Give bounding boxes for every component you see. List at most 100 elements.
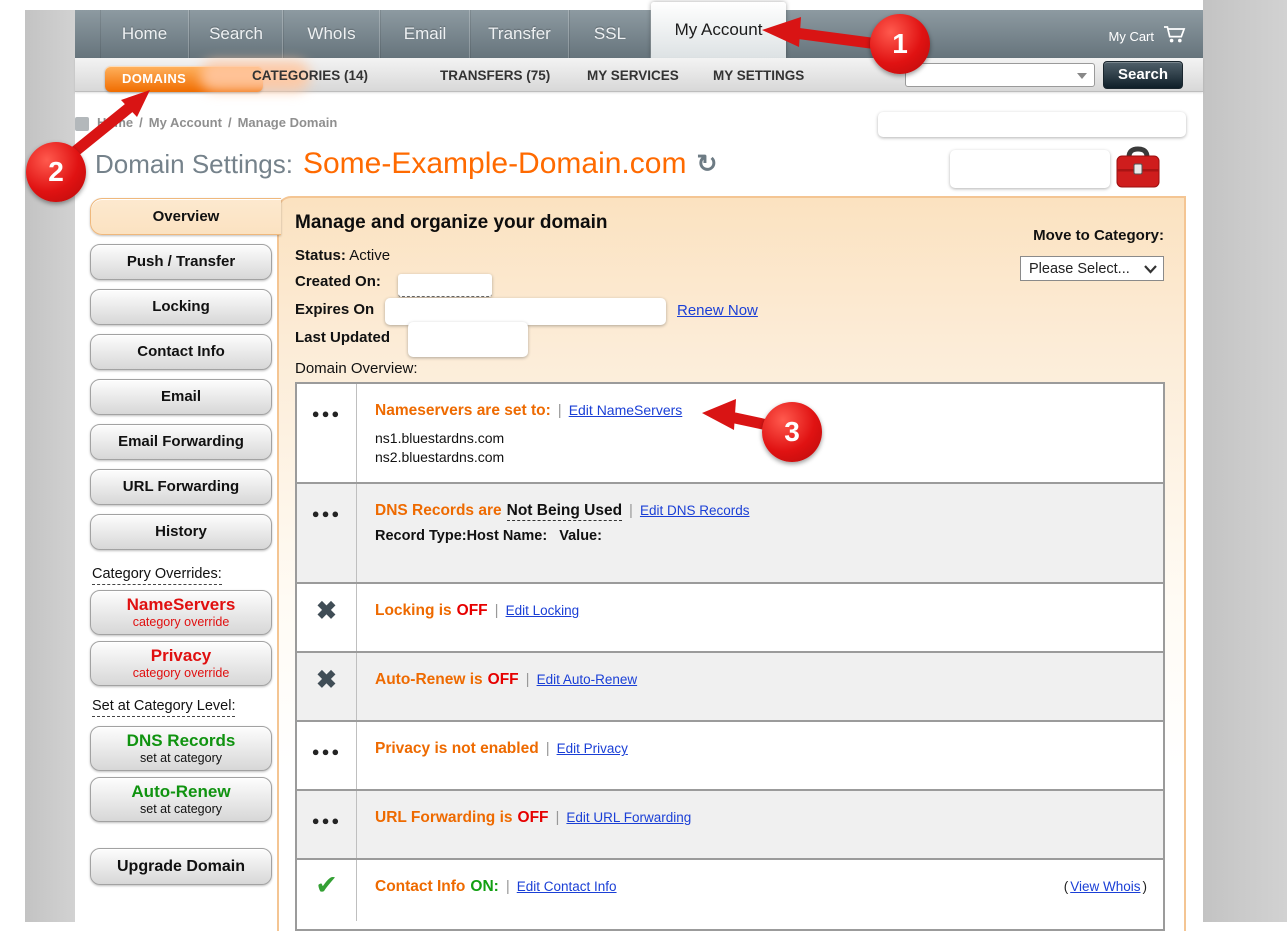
category-overrides-heading[interactable]: Category Overrides: <box>92 566 222 585</box>
nav-tab-my-account[interactable]: My Account <box>651 2 786 58</box>
cart-icon <box>1163 25 1187 47</box>
nav-tab-transfer[interactable]: Transfer <box>470 10 569 58</box>
icon-cell: ✔ <box>297 860 357 921</box>
sidebar-privacy-override[interactable]: Privacy category override <box>90 641 272 686</box>
subnav-my-settings[interactable]: MY SETTINGS <box>713 68 804 83</box>
breadcrumb-separator: / <box>139 115 143 130</box>
row-status: ON: <box>470 878 498 896</box>
override-title: NameServers <box>91 594 271 615</box>
row-content: Auto-Renew is OFF | Edit Auto-Renew <box>357 653 1163 720</box>
row-title: Contact Info <box>375 878 465 896</box>
nav-tab-home[interactable]: Home <box>100 10 189 58</box>
sidebar-tab-contact-info[interactable]: Contact Info <box>90 334 272 370</box>
sidebar-tab-push-transfer[interactable]: Push / Transfer <box>90 244 272 280</box>
breadcrumb-my-account[interactable]: My Account <box>149 115 222 130</box>
status-label: Status: <box>295 247 346 264</box>
icon-cell: ✖ <box>297 653 357 720</box>
search-input[interactable] <box>905 63 1095 87</box>
x-icon: ✖ <box>316 584 337 651</box>
subnav-categories[interactable]: CATEGORIES (14) <box>252 68 368 83</box>
sidebar-tab-url-forwarding[interactable]: URL Forwarding <box>90 469 272 505</box>
sidebar-tab-locking[interactable]: Locking <box>90 289 272 325</box>
subnav-my-services[interactable]: MY SERVICES <box>587 68 679 83</box>
nav-tab-email[interactable]: Email <box>380 10 470 58</box>
icon-cell: ●●● <box>297 722 357 789</box>
manage-heading: Manage and organize your domain <box>295 212 608 234</box>
edit-dns-records-link[interactable]: Edit DNS Records <box>640 503 750 518</box>
edit-url-forwarding-link[interactable]: Edit URL Forwarding <box>566 810 691 825</box>
domain-settings-screen: Home Search WhoIs Email Transfer SSL My … <box>0 0 1287 931</box>
status-line: Status: Active <box>295 247 390 264</box>
right-gutter <box>1203 0 1287 922</box>
table-row-privacy: ●●● Privacy is not enabled | Edit Privac… <box>297 722 1163 791</box>
table-row-locking: ✖ Locking is OFF | Edit Locking <box>297 584 1163 653</box>
sidebar-auto-renew-category[interactable]: Auto-Renew set at category <box>90 777 272 822</box>
row-title: URL Forwarding is <box>375 809 513 827</box>
toolbox-icon[interactable] <box>1112 145 1164 197</box>
override-subtitle: category override <box>91 615 271 629</box>
table-row-dns-records: ●●● DNS Records are Not Being Used | Edi… <box>297 484 1163 584</box>
domain-overview-table: ●●● Nameservers are set to: | Edit NameS… <box>295 382 1165 931</box>
dots-icon: ●●● <box>312 384 342 482</box>
separator: | <box>546 740 550 757</box>
redacted-expires-date <box>385 298 666 325</box>
page-title: Domain Settings: Some-Example-Domain.com… <box>95 147 717 181</box>
dots-icon: ●●● <box>312 722 342 789</box>
sidebar-dns-records-category[interactable]: DNS Records set at category <box>90 726 272 771</box>
separator: | <box>495 602 499 619</box>
redacted-updated-date <box>408 322 528 357</box>
icon-cell: ●●● <box>297 484 357 582</box>
edit-privacy-link[interactable]: Edit Privacy <box>557 741 628 756</box>
nav-tab-ssl[interactable]: SSL <box>569 10 651 58</box>
breadcrumb-home[interactable]: Home <box>97 115 133 130</box>
table-row-auto-renew: ✖ Auto-Renew is OFF | Edit Auto-Renew <box>297 653 1163 722</box>
view-whois-link[interactable]: View Whois <box>1070 879 1140 894</box>
nav-tab-search[interactable]: Search <box>189 10 283 58</box>
category-subtitle: set at category <box>91 802 271 816</box>
search-button[interactable]: Search <box>1103 61 1183 89</box>
redacted-box <box>878 112 1186 137</box>
category-title: Auto-Renew <box>91 781 271 802</box>
icon-cell: ●●● <box>297 791 357 858</box>
separator: | <box>629 502 633 519</box>
subnav-domains-button[interactable]: DOMAINS <box>105 66 263 92</box>
row-content: URL Forwarding is OFF | Edit URL Forward… <box>357 791 1163 858</box>
refresh-icon[interactable]: ↻ <box>696 149 717 179</box>
row-title: Locking is <box>375 602 452 620</box>
override-subtitle: category override <box>91 666 271 680</box>
edit-nameservers-link[interactable]: Edit NameServers <box>569 402 683 418</box>
row-title: Privacy is not enabled <box>375 740 539 758</box>
annotation-badge-1: 1 <box>870 14 930 74</box>
renew-now-link[interactable]: Renew Now <box>677 302 758 319</box>
check-icon: ✔ <box>315 860 338 921</box>
override-title: Privacy <box>91 645 271 666</box>
upgrade-domain-button[interactable]: Upgrade Domain <box>90 848 272 885</box>
category-select[interactable]: Please Select... <box>1020 256 1164 281</box>
icon-cell: ✖ <box>297 584 357 651</box>
sidebar-tab-email[interactable]: Email <box>90 379 272 415</box>
row-status: OFF <box>488 671 519 689</box>
dns-record-detail: Record Type:Host Name: Value: <box>375 528 1147 544</box>
sidebar-tab-overview[interactable]: Overview <box>90 198 281 235</box>
sidebar-nameservers-override[interactable]: NameServers category override <box>90 590 272 635</box>
table-row-contact-info: ✔ Contact Info ON: | Edit Contact Info (… <box>297 860 1163 921</box>
subnav-transfers[interactable]: TRANSFERS (75) <box>440 68 550 83</box>
sidebar-tab-email-forwarding[interactable]: Email Forwarding <box>90 424 272 460</box>
nav-tab-whois[interactable]: WhoIs <box>283 10 380 58</box>
nameserver-1: ns1.bluestardns.com <box>375 429 1147 448</box>
domain-overview-label: Domain Overview: <box>295 360 418 377</box>
sidebar-tab-history[interactable]: History <box>90 514 272 550</box>
row-status: Not Being Used <box>507 502 622 521</box>
nameserver-2: ns2.bluestardns.com <box>375 448 1147 467</box>
category-level-heading[interactable]: Set at Category Level: <box>92 698 235 717</box>
title-prefix: Domain Settings: <box>95 149 293 180</box>
edit-locking-link[interactable]: Edit Locking <box>506 603 580 618</box>
my-cart-label: My Cart <box>1109 29 1155 44</box>
chevron-down-icon[interactable] <box>1077 73 1087 79</box>
my-cart-button[interactable]: My Cart <box>1109 25 1188 47</box>
edit-contact-info-link[interactable]: Edit Contact Info <box>517 879 617 894</box>
edit-auto-renew-link[interactable]: Edit Auto-Renew <box>537 672 638 687</box>
row-content: Privacy is not enabled | Edit Privacy <box>357 722 1163 789</box>
annotation-badge-2: 2 <box>26 142 86 202</box>
row-title: DNS Records are <box>375 502 502 520</box>
